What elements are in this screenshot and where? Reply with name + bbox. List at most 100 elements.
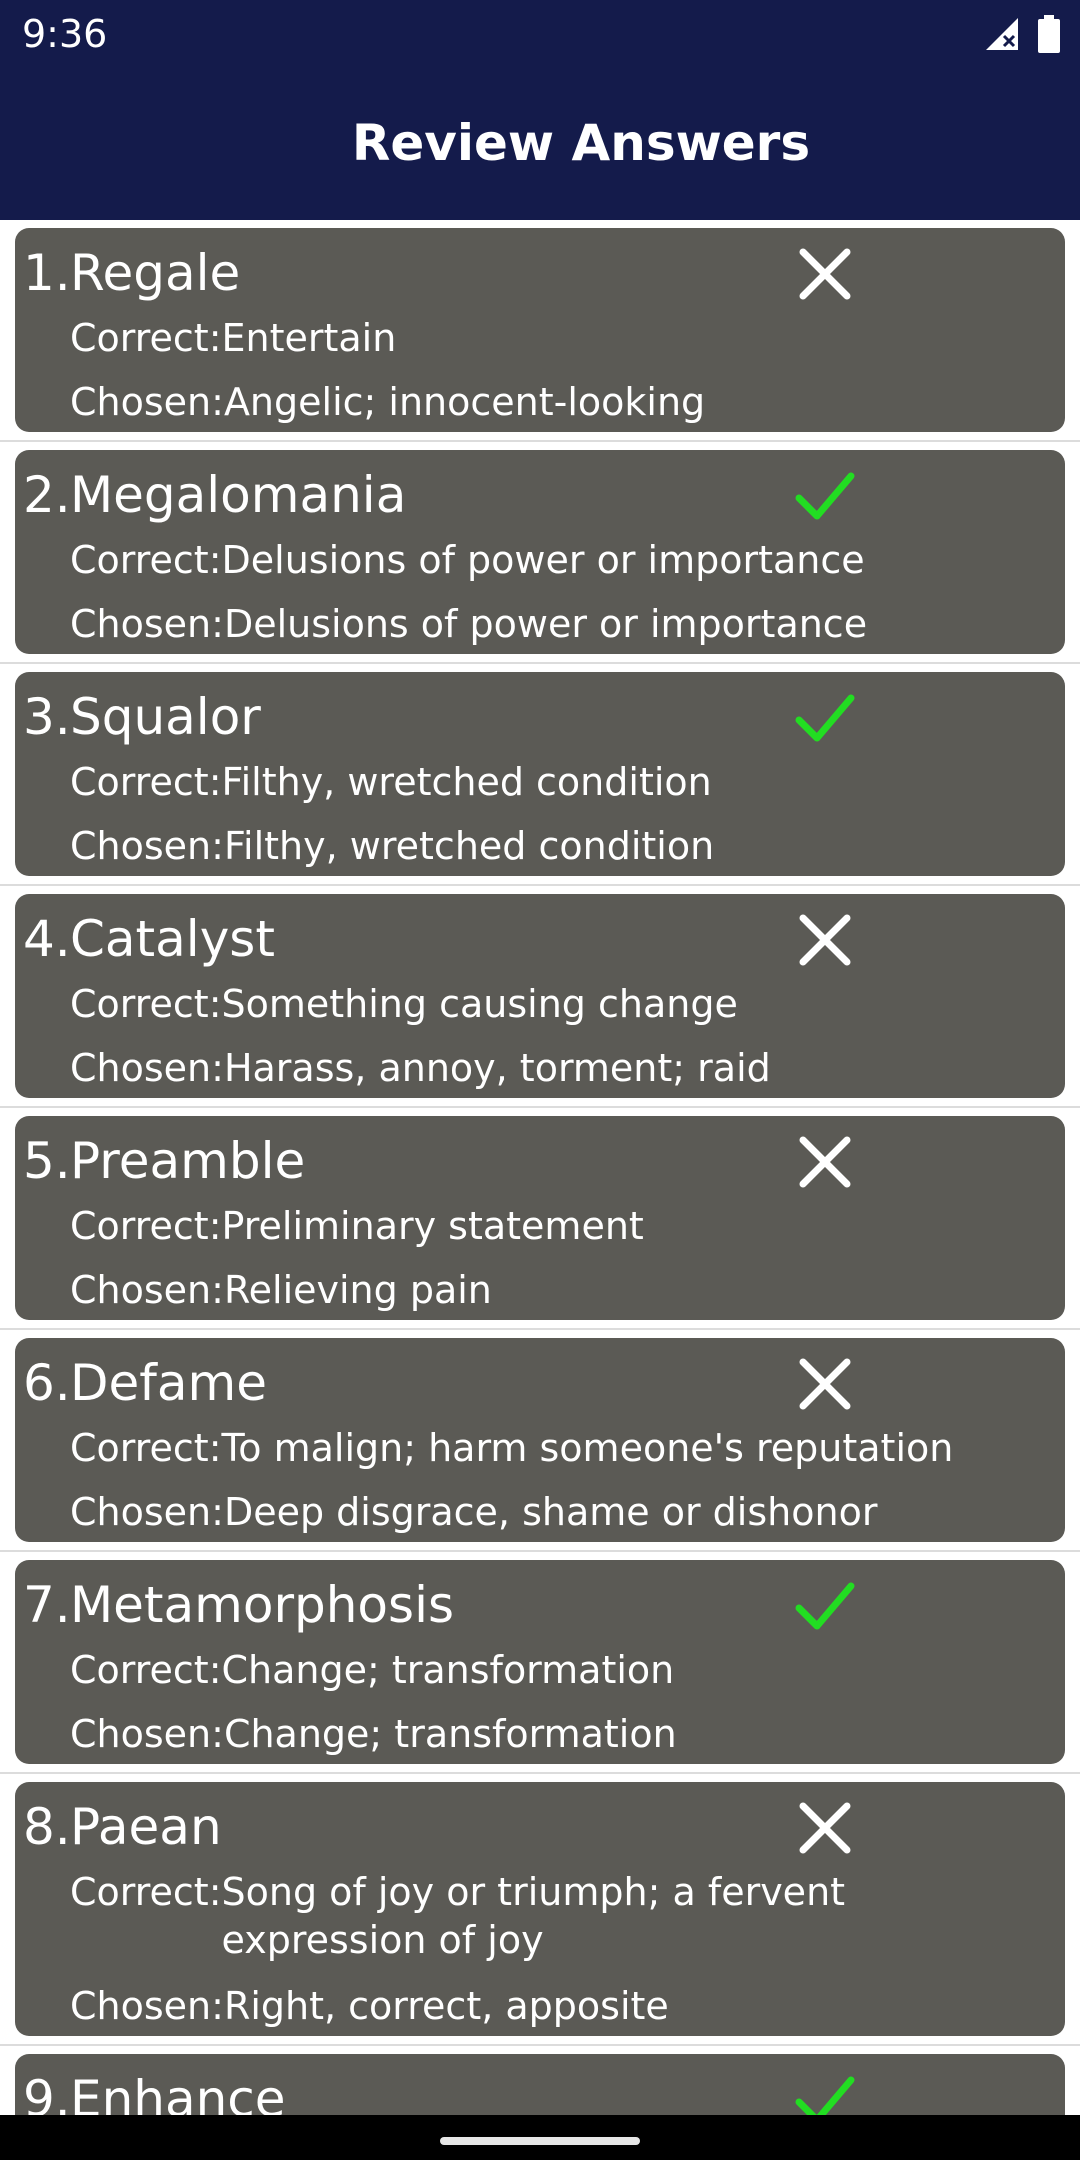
answer-card: 4. Catalyst Correct: Something causing ch… <box>15 894 1065 1098</box>
correct-label: Correct: <box>70 316 222 360</box>
answer-row: 4. Catalyst Correct: Something causing ch… <box>0 886 1080 1108</box>
app-bar: 9:36 Review Answers <box>0 0 1080 220</box>
answer-number: 4. <box>23 910 71 968</box>
cross-icon <box>799 248 851 300</box>
answer-card: 3. Squalor Correct: Filthy, wretched cond… <box>15 672 1065 876</box>
answers-list[interactable]: 1. Regale Correct: Entertain Chosen: Angel… <box>0 220 1080 2115</box>
chosen-label: Chosen: <box>70 1490 224 1534</box>
status-time: 9:36 <box>22 12 108 56</box>
battery-icon <box>1038 15 1060 53</box>
chosen-line: Chosen: Delusions of power or importance <box>70 600 1059 648</box>
correct-line: Correct: Something causing change <box>70 980 1059 1028</box>
correct-value: Preliminary statement <box>221 1204 644 1248</box>
answer-word: Squalor <box>70 688 261 746</box>
correct-label: Correct: <box>70 1648 222 1692</box>
cross-icon <box>799 1802 851 1854</box>
correct-line: Correct: Filthy, wretched condition <box>70 758 1059 806</box>
correct-line: Correct: Preliminary statement <box>70 1202 1059 1250</box>
correct-label: Correct: <box>70 760 222 804</box>
answer-word: Preamble <box>70 1132 306 1190</box>
answer-number: 2. <box>23 466 71 524</box>
answer-card: 6. Defame Correct: To malign; harm someon… <box>15 1338 1065 1542</box>
answer-number: 1. <box>23 244 71 302</box>
chosen-line: Chosen: Filthy, wretched condition <box>70 822 1059 870</box>
chosen-value: Harass, annoy, torment; raid <box>223 1046 771 1090</box>
answer-word: Megalomania <box>70 466 407 524</box>
answer-row: 3. Squalor Correct: Filthy, wretched cond… <box>0 664 1080 886</box>
correct-line: Correct: Song of joy or triumph; a ferven… <box>70 1868 1059 1964</box>
chosen-label: Chosen: <box>70 380 224 424</box>
answer-card: 7. Metamorphosis Correct: Change; transfo… <box>15 1560 1065 1764</box>
cross-icon <box>799 1358 851 1410</box>
chosen-line: Chosen: Harass, annoy, torment; raid <box>70 1044 1059 1092</box>
answer-number: 9. <box>23 2070 71 2115</box>
answer-word: Metamorphosis <box>70 1576 455 1634</box>
correct-line: Correct: To malign; harm someone's reputa… <box>70 1424 1059 1472</box>
correct-value: Change; transformation <box>221 1648 675 1692</box>
chosen-value: Change; transformation <box>223 1712 677 1756</box>
chosen-line: Chosen: Relieving pain <box>70 1266 1059 1314</box>
answer-row: 8. Paean Correct: Song of joy or triumph;… <box>0 1774 1080 2046</box>
correct-value: Entertain <box>221 316 397 360</box>
answer-card: 8. Paean Correct: Song of joy or triumph;… <box>15 1782 1065 2036</box>
answer-number: 7. <box>23 1576 71 1634</box>
correct-value: Delusions of power or importance <box>221 538 865 582</box>
chosen-line: Chosen: Angelic; innocent-looking <box>70 378 1059 426</box>
chosen-value: Filthy, wretched condition <box>223 824 715 868</box>
answer-card: 2. Megalomania Correct: Delusions of powe… <box>15 450 1065 654</box>
answer-card: 5. Preamble Correct: Preliminary statemen… <box>15 1116 1065 1320</box>
correct-value: Something causing change <box>221 982 738 1026</box>
correct-line: Correct: Entertain <box>70 314 1059 362</box>
chosen-label: Chosen: <box>70 602 224 646</box>
correct-label: Correct: <box>70 1426 222 1470</box>
answer-word: Catalyst <box>70 910 275 968</box>
check-icon <box>795 2076 855 2115</box>
cross-icon <box>799 1136 851 1188</box>
chosen-label: Chosen: <box>70 1984 224 2028</box>
correct-label: Correct: <box>70 1204 222 1248</box>
chosen-line: Chosen: Change; transformation <box>70 1710 1059 1758</box>
signal-icon <box>986 18 1018 50</box>
chosen-label: Chosen: <box>70 1046 224 1090</box>
answer-number: 5. <box>23 1132 71 1190</box>
correct-line: Correct: Delusions of power or importance <box>70 536 1059 584</box>
page-title: Review Answers <box>351 114 811 172</box>
correct-value: Song of joy or triumph; a fervent expres… <box>221 1870 846 1962</box>
answer-word: Regale <box>70 244 241 302</box>
correct-value: Filthy, wretched condition <box>221 760 712 804</box>
chosen-line: Chosen: Deep disgrace, shame or dishonor <box>70 1488 1059 1536</box>
status-icons <box>984 14 1060 54</box>
chosen-line: Chosen: Right, correct, apposite <box>70 1982 1059 2030</box>
correct-label: Correct: <box>70 982 222 1026</box>
answer-word: Enhance <box>70 2070 286 2115</box>
correct-value: To malign; harm someone's reputation <box>221 1426 954 1470</box>
correct-label: Correct: <box>70 1870 222 1914</box>
cross-icon <box>799 914 851 966</box>
chosen-value: Right, correct, apposite <box>223 1984 669 2028</box>
chosen-value: Relieving pain <box>223 1268 492 1312</box>
answer-number: 6. <box>23 1354 71 1412</box>
answer-word: Defame <box>70 1354 267 1412</box>
correct-label: Correct: <box>70 538 222 582</box>
answer-number: 8. <box>23 1798 71 1856</box>
answer-row: 2. Megalomania Correct: Delusions of powe… <box>0 442 1080 664</box>
answer-row: 9. Enhance <box>0 2046 1080 2115</box>
navigation-bar <box>0 2115 1080 2160</box>
check-icon <box>795 1582 855 1630</box>
check-icon <box>795 694 855 742</box>
answer-row: 1. Regale Correct: Entertain Chosen: Angel… <box>0 220 1080 442</box>
chosen-label: Chosen: <box>70 824 224 868</box>
answer-number: 3. <box>23 688 71 746</box>
check-icon <box>795 472 855 520</box>
chosen-value: Delusions of power or importance <box>223 602 868 646</box>
home-gesture-handle[interactable] <box>440 2137 640 2145</box>
answer-card: 9. Enhance <box>15 2054 1065 2115</box>
answer-row: 7. Metamorphosis Correct: Change; transfo… <box>0 1552 1080 1774</box>
chosen-value: Angelic; innocent-looking <box>223 380 706 424</box>
chosen-label: Chosen: <box>70 1712 224 1756</box>
answer-word: Paean <box>70 1798 222 1856</box>
chosen-value: Deep disgrace, shame or dishonor <box>223 1490 878 1534</box>
answer-row: 5. Preamble Correct: Preliminary statemen… <box>0 1108 1080 1330</box>
answer-card: 1. Regale Correct: Entertain Chosen: Angel… <box>15 228 1065 432</box>
chosen-label: Chosen: <box>70 1268 224 1312</box>
